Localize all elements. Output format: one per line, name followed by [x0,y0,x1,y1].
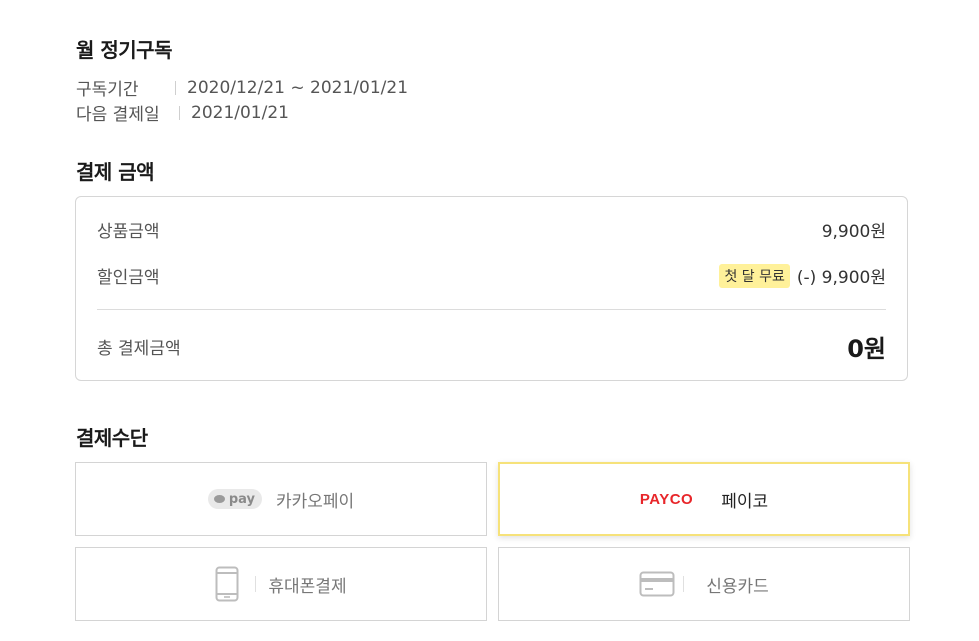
first-month-free-badge: 첫 달 무료 [719,263,790,288]
mobile-phone-icon [215,566,239,602]
total-amount-row: 총 결제금액 0원 [97,329,886,364]
next-payment-row: 다음 결제일 2021/01/21 [76,100,289,126]
discount-amount-row: 할인금액 첫 달 무료 (-) 9,900원 [97,263,886,288]
total-amount-label: 총 결제금액 [97,339,181,359]
subscription-period-label: 구독기간 [76,80,139,100]
next-payment-value: 2021/01/21 [191,102,289,123]
payco-label: 페이코 [721,491,769,512]
payco-option[interactable]: PAYCO 페이코 [498,462,910,536]
subscription-period-row: 구독기간 2020/12/21 ~ 2021/01/21 [76,75,409,101]
subscription-period-value: 2020/12/21 ~ 2021/01/21 [187,77,409,98]
kakaopay-logo: pay [207,489,262,509]
summary-divider [97,309,886,310]
credit-card-option[interactable]: 신용카드 [498,547,910,621]
payment-summary-box: 상품금액 9,900원 할인금액 첫 달 무료 (-) 9,900원 총 결제금… [75,196,908,381]
discount-amount-group: 첫 달 무료 (-) 9,900원 [719,263,886,288]
kakaopay-option[interactable]: pay 카카오페이 [75,462,487,536]
payco-logo: PAYCO [639,490,694,508]
speech-bubble-icon [213,495,225,503]
credit-card-label: 신용카드 [706,576,769,597]
product-amount-row: 상품금액 9,900원 [97,217,886,242]
payment-method-heading: 결제수단 [76,426,148,450]
divider [683,576,685,592]
kakaopay-logo-text: pay [228,491,255,507]
kakaopay-label: 카카오페이 [275,491,355,512]
product-amount-label: 상품금액 [97,222,160,242]
total-amount-value: 0원 [847,335,886,363]
divider [175,80,176,95]
divider [255,576,257,592]
credit-card-icon [639,571,675,597]
page-title: 월 정기구독 [76,38,172,62]
discount-amount-label: 할인금액 [97,268,160,288]
mobile-payment-option[interactable]: 휴대폰결제 [75,547,487,621]
product-amount-value: 9,900원 [821,222,886,242]
divider [179,105,180,120]
discount-amount-value: (-) 9,900원 [796,268,886,288]
payment-amount-heading: 결제 금액 [76,160,155,184]
next-payment-label: 다음 결제일 [76,105,160,125]
mobile-payment-label: 휴대폰결제 [268,576,347,597]
